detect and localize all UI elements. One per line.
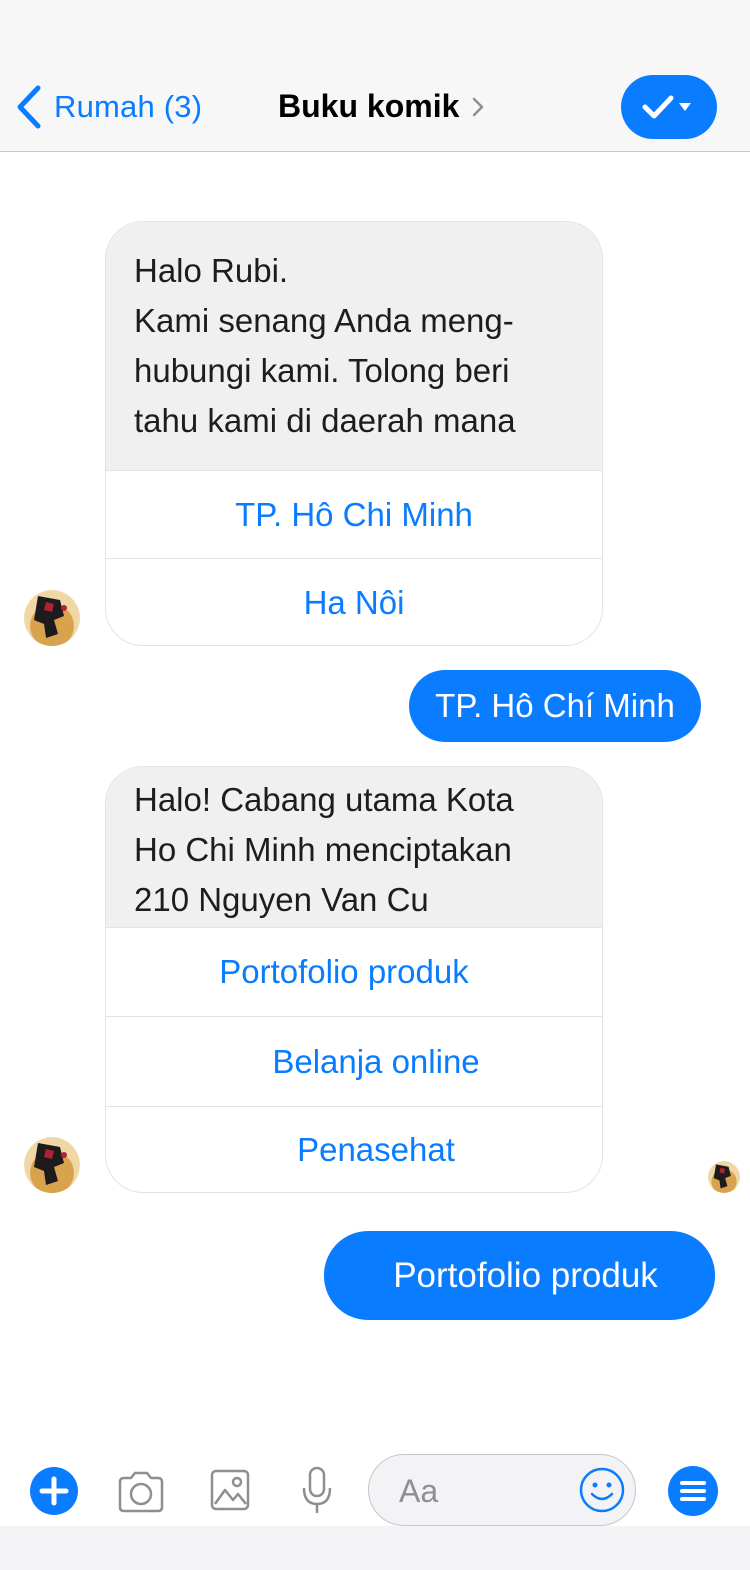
- conversation-title[interactable]: Buku komik: [278, 88, 485, 125]
- caret-down-icon: [679, 103, 691, 111]
- bot-avatar[interactable]: [24, 1137, 80, 1193]
- bot-message-card: Halo! Cabang utama Kota Ho Chi Minh menc…: [105, 766, 603, 1193]
- quick-reply-option[interactable]: TP. Hô Chi Minh: [106, 470, 602, 558]
- quick-reply-option[interactable]: Portofolio produk: [106, 927, 602, 1016]
- page-title: Buku komik: [278, 88, 460, 124]
- home-indicator-area: [0, 1526, 750, 1570]
- message-text: Halo! Cabang utama Kota Ho Chi Minh menc…: [106, 767, 602, 927]
- microphone-button[interactable]: [300, 1466, 334, 1516]
- quick-reply-option[interactable]: Ha Nôi: [106, 558, 602, 645]
- message-line: hubungi kami. Tolong beri: [134, 352, 510, 389]
- message-line: Halo! Cabang utama Kota: [134, 781, 514, 818]
- plus-button[interactable]: [30, 1467, 78, 1515]
- message-line: Ho Chi Minh menciptakan: [134, 831, 512, 868]
- microphone-icon: [302, 1466, 332, 1513]
- status-button[interactable]: [621, 75, 717, 139]
- message-line: Halo Rubi.: [134, 252, 289, 289]
- plus-icon: [39, 1476, 69, 1506]
- camera-icon: [118, 1471, 164, 1513]
- camera-button[interactable]: [116, 1470, 166, 1514]
- gallery-button[interactable]: [209, 1468, 251, 1512]
- bot-avatar[interactable]: [24, 590, 80, 646]
- chevron-left-icon: [17, 85, 41, 129]
- conversation-header: Rumah (3) Buku komik: [0, 0, 750, 152]
- smiley-icon: [579, 1467, 625, 1513]
- input-placeholder: Aa: [399, 1473, 439, 1509]
- menu-button[interactable]: [668, 1466, 718, 1516]
- menu-icon: [680, 1481, 706, 1501]
- back-label: Rumah (3): [54, 89, 203, 124]
- message-line: 210 Nguyen Van Cu: [134, 881, 429, 918]
- message-text: Halo Rubi. Kami senang Anda meng- hubung…: [106, 222, 602, 470]
- message-composer: Aa: [0, 1442, 750, 1538]
- user-message-bubble: TP. Hô Chí Minh: [409, 670, 701, 742]
- read-receipt-avatar: [708, 1161, 740, 1193]
- checkmark-icon: [642, 95, 674, 119]
- message-line: tahu kami di daerah mana: [134, 402, 516, 439]
- quick-reply-option[interactable]: Belanja online: [106, 1016, 602, 1106]
- bot-message-card: Halo Rubi. Kami senang Anda meng- hubung…: [105, 221, 603, 646]
- chevron-right-icon: [473, 97, 484, 116]
- quick-reply-option[interactable]: Penasehat: [106, 1106, 602, 1192]
- message-line: Kami senang Anda meng-: [134, 302, 514, 339]
- image-icon: [210, 1469, 250, 1511]
- user-message-bubble: Portofolio produk: [324, 1231, 715, 1320]
- emoji-button[interactable]: [578, 1466, 626, 1514]
- back-button[interactable]: Rumah (3): [14, 82, 202, 132]
